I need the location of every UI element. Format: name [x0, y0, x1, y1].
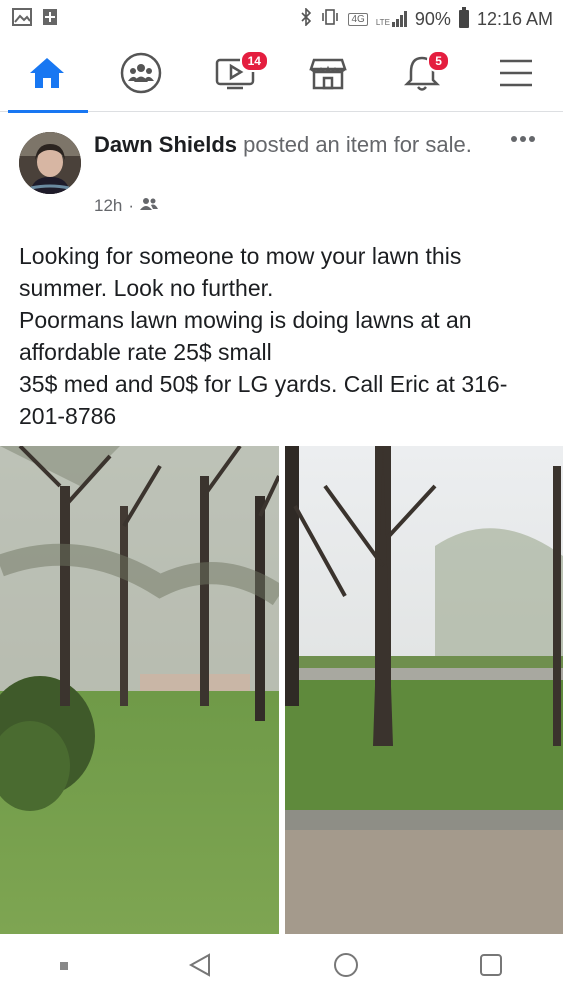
post-meta: 12h · — [94, 196, 159, 216]
vibrate-icon — [320, 8, 340, 31]
clock: 12:16 AM — [476, 8, 553, 29]
groups-icon — [120, 52, 162, 99]
home-circle-icon[interactable] — [332, 951, 360, 984]
tab-notifications[interactable]: 5 — [387, 40, 457, 112]
plus-box-icon — [42, 8, 58, 31]
tab-menu[interactable] — [481, 40, 551, 112]
author-name[interactable]: Dawn Shields — [94, 132, 237, 157]
notifications-badge: 5 — [427, 49, 450, 72]
network-label: 4G — [348, 12, 368, 26]
more-options-icon[interactable] — [511, 136, 535, 142]
friends-audience-icon — [140, 196, 159, 216]
post-header: Dawn Shields posted an item for sale. 12… — [0, 120, 563, 224]
menu-icon — [498, 57, 534, 94]
image-icon — [12, 7, 32, 31]
post-text-line: Poormans lawn mowing is doing lawns at a… — [19, 307, 472, 365]
post-action: posted an item for sale. — [237, 132, 472, 157]
photo-yard-1[interactable] — [0, 446, 279, 934]
post-text-line: 35$ med and 50$ for LG yards. Call Eric … — [19, 371, 508, 429]
battery-icon — [458, 7, 469, 28]
battery-percent: 90% — [414, 8, 451, 29]
meta-separator: · — [128, 196, 135, 215]
photo-yard-2[interactable] — [285, 446, 563, 934]
system-navigation — [0, 934, 563, 1000]
tab-home[interactable] — [7, 40, 88, 113]
post-time[interactable]: 12h — [94, 196, 122, 216]
tab-watch[interactable]: 14 — [200, 40, 270, 112]
post-text: Looking for someone to mow your lawn thi… — [19, 240, 549, 432]
top-navigation: 14 5 — [0, 40, 563, 113]
watch-badge: 14 — [239, 49, 269, 72]
post-text-line: Looking for someone to mow your lawn thi… — [19, 243, 462, 301]
post-author-line: Dawn Shields posted an item for sale. — [94, 130, 474, 160]
lte-label: LTE — [375, 18, 390, 27]
signal-icon: LTE — [376, 11, 407, 27]
tab-marketplace[interactable] — [293, 40, 363, 112]
back-icon[interactable] — [187, 952, 213, 983]
recent-dot-icon — [59, 958, 69, 976]
marketplace-icon — [308, 54, 348, 97]
feed-post: Dawn Shields posted an item for sale. 12… — [0, 120, 563, 429]
bluetooth-icon — [300, 6, 312, 31]
recents-icon[interactable] — [478, 952, 504, 983]
avatar[interactable] — [19, 132, 81, 194]
tab-groups[interactable] — [106, 40, 176, 112]
status-bar: 4G LTE 90% 12:16 AM — [0, 0, 563, 38]
home-icon — [27, 55, 67, 96]
post-photos — [0, 446, 563, 934]
